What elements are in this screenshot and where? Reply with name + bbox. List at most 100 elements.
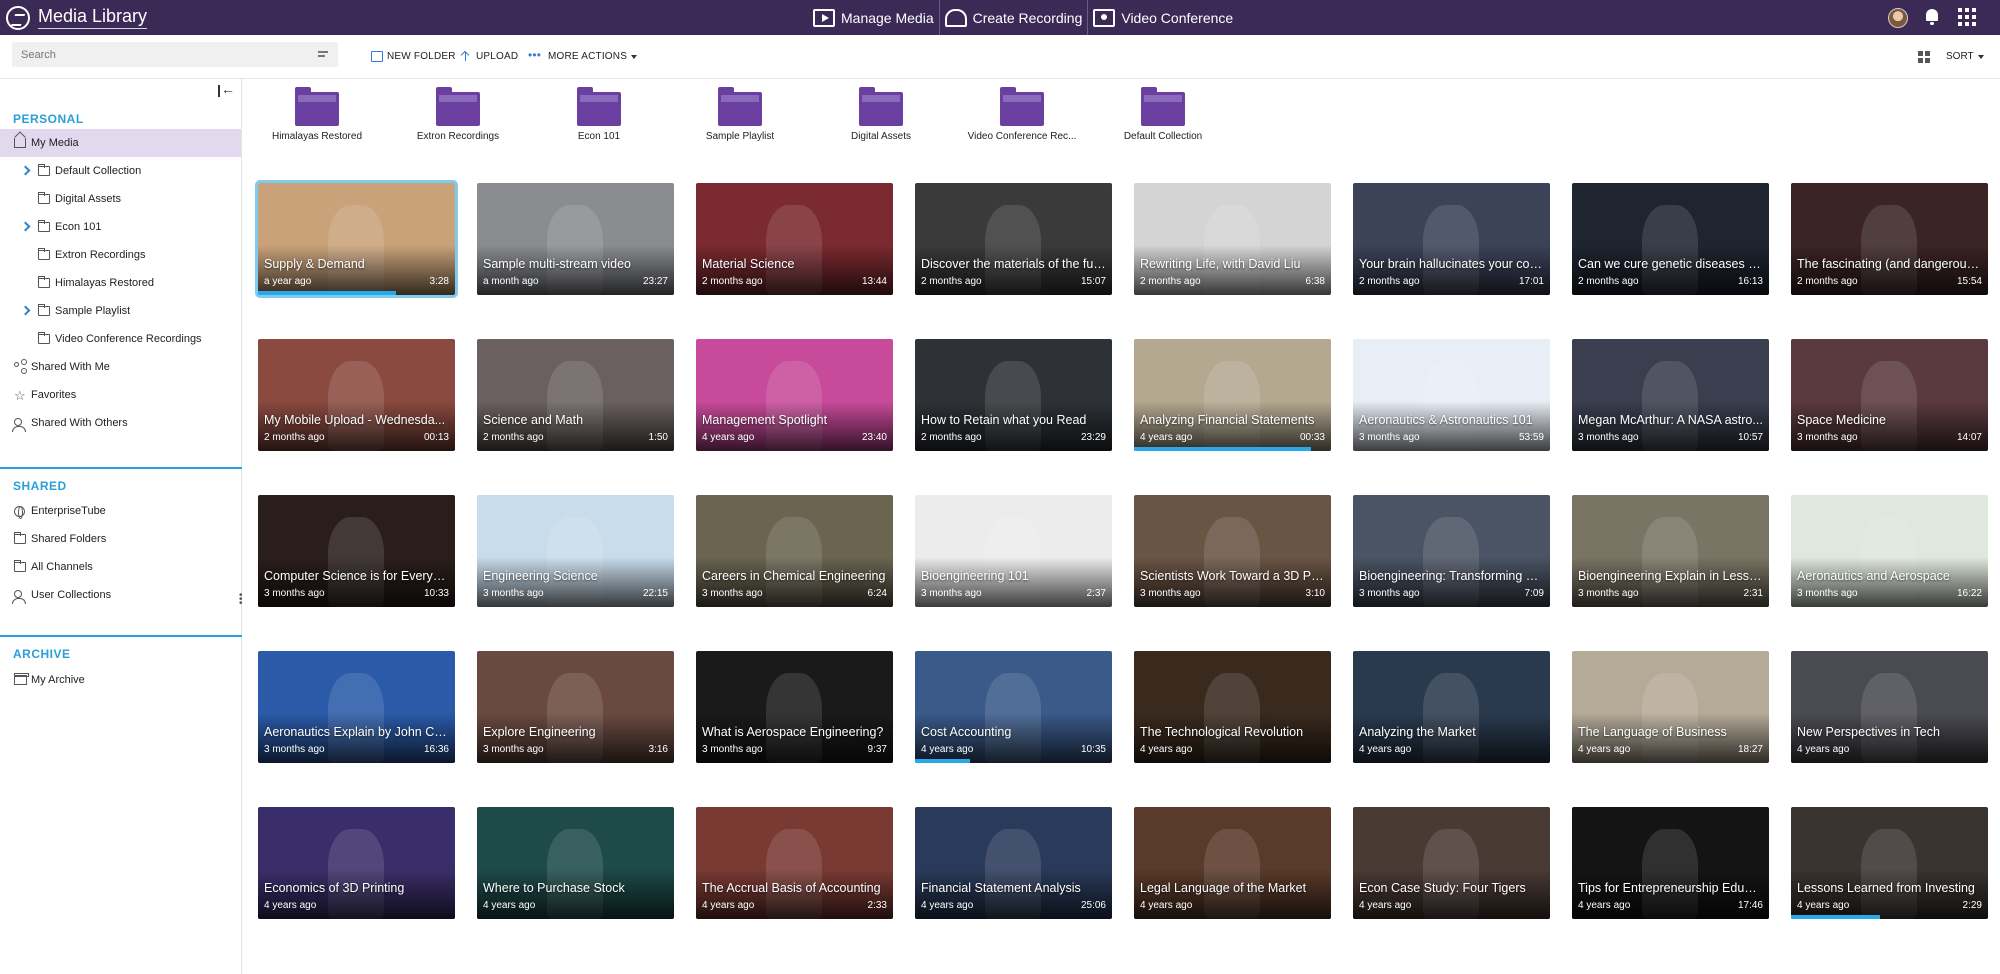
video-tile[interactable]: The Accrual Basis of Accounting 4 years a… (696, 807, 893, 919)
video-tile[interactable]: Your brain hallucinates your con... 2 mon… (1353, 183, 1550, 295)
video-tile[interactable]: The Language of Business 4 years ago 18:27 (1572, 651, 1769, 763)
video-tile[interactable]: Aeronautics and Aerospace 3 months ago 16:… (1791, 495, 1988, 607)
folder-tile[interactable]: Econ 101 (529, 87, 669, 142)
apps-grid-icon[interactable] (1958, 8, 1976, 26)
video-tile[interactable]: The Technological Revolution 4 years ago (1134, 651, 1331, 763)
folder-tile[interactable]: Extron Recordings (388, 87, 528, 142)
sidebar-item-shared-folders[interactable]: Shared Folders (0, 525, 241, 553)
user-avatar[interactable] (1888, 8, 1908, 28)
video-duration: 16:36 (423, 744, 449, 755)
sidebar-item-all-channels[interactable]: All Channels (0, 553, 241, 581)
video-tile[interactable]: Computer Science is for Everyo... 3 month… (258, 495, 455, 607)
video-tile[interactable]: Where to Purchase Stock 4 years ago (477, 807, 674, 919)
chevron-right-icon[interactable] (20, 221, 31, 232)
sidebar-item-himalayas-restored[interactable]: Himalayas Restored (0, 269, 241, 297)
video-tile[interactable]: Megan McArthur: A NASA astro... 3 months … (1572, 339, 1769, 451)
video-age: 3 months ago (702, 744, 763, 755)
video-tile[interactable]: New Perspectives in Tech 4 years ago (1791, 651, 1988, 763)
video-duration: 22:15 (642, 588, 668, 599)
video-tile[interactable]: Tips for Entrepreneurship Educat... 4 yea… (1572, 807, 1769, 919)
app-title[interactable]: Media Library (38, 6, 148, 29)
sidebar-item-label: Sample Playlist (55, 305, 131, 317)
video-tile[interactable]: Supply & Demand a year ago 3:28 (255, 180, 458, 298)
video-tile[interactable]: Cost Accounting 4 years ago 10:35 (915, 651, 1112, 763)
video-tile[interactable]: Lessons Learned from Investing 4 years ag… (1791, 807, 1988, 919)
video-tile[interactable]: Engineering Science 3 months ago 22:15 (477, 495, 674, 607)
video-tile[interactable]: Space Medicine 3 months ago 14:07 (1791, 339, 1988, 451)
video-tile[interactable]: Analyzing Financial Statements 4 years ag… (1134, 339, 1331, 451)
video-duration: 10:33 (423, 588, 449, 599)
new-folder-button[interactable]: NEW FOLDER (371, 51, 456, 62)
sidebar-item-econ-101[interactable]: Econ 101 (0, 213, 241, 241)
sidebar-item-my-media[interactable]: My Media (0, 129, 241, 157)
video-tile[interactable]: Can we cure genetic diseases b... 2 month… (1572, 183, 1769, 295)
app-logo-icon[interactable] (6, 6, 30, 30)
sidebar-item-shared-with-me[interactable]: Shared With Me (0, 353, 241, 381)
video-duration: 13:44 (861, 276, 887, 287)
video-tile[interactable]: Explore Engineering 3 months ago 3:16 (477, 651, 674, 763)
video-conference-button[interactable]: Video Conference (1088, 0, 1238, 35)
chevron-right-icon[interactable] (20, 305, 31, 316)
section-shared-header: SHARED (13, 479, 67, 493)
upload-button[interactable]: UPLOAD (460, 51, 518, 62)
folder-tile[interactable]: Default Collection (1093, 87, 1233, 142)
sidebar-item-default-collection[interactable]: Default Collection (0, 157, 241, 185)
video-tile[interactable]: Bioengineering Explain in Less t... 3 mon… (1572, 495, 1769, 607)
video-tile[interactable]: My Mobile Upload - Wednesda... 2 months a… (258, 339, 455, 451)
sort-button[interactable]: SORT (1946, 51, 1984, 62)
grid-view-icon[interactable] (1918, 51, 1930, 63)
video-age: 2 months ago (921, 432, 982, 443)
collapse-sidebar-icon[interactable] (218, 81, 235, 97)
sidebar-item-shared-with-others[interactable]: Shared With Others (0, 409, 241, 437)
notifications-bell-icon[interactable] (1924, 9, 1940, 25)
video-tile[interactable]: What is Aerospace Engineering? 3 months a… (696, 651, 893, 763)
video-duration: 25:06 (1080, 900, 1106, 911)
manage-media-button[interactable]: Manage Media (808, 0, 940, 35)
video-tile[interactable]: Management Spotlight 4 years ago 23:40 (696, 339, 893, 451)
more-dots-icon: ••• (528, 48, 542, 62)
video-tile[interactable]: How to Retain what you Read 2 months ago 2… (915, 339, 1112, 451)
video-tile[interactable]: The fascinating (and dangerous)... 2 mont… (1791, 183, 1988, 295)
folder-tile[interactable]: Video Conference Rec... (952, 87, 1092, 142)
video-tile[interactable]: Rewriting Life, with David Liu 2 months a… (1134, 183, 1331, 295)
chevron-right-icon[interactable] (20, 165, 31, 176)
resize-handle-icon[interactable]: • • • (239, 591, 243, 609)
video-duration: 53:59 (1518, 432, 1544, 443)
folder-tile[interactable]: Digital Assets (811, 87, 951, 142)
create-recording-button[interactable]: Create Recording (940, 0, 1089, 35)
video-tile[interactable]: Material Science 2 months ago 13:44 (696, 183, 893, 295)
video-tile[interactable]: Discover the materials of the fut... 2 mo… (915, 183, 1112, 295)
folder-icon (38, 248, 50, 260)
sidebar-item-label: My Media (31, 137, 79, 149)
video-tile[interactable]: Aeronautics & Astronautics 101 3 months a… (1353, 339, 1550, 451)
video-duration: 23:27 (642, 276, 668, 287)
video-tile[interactable]: Legal Language of the Market 4 years ago (1134, 807, 1331, 919)
more-actions-button[interactable]: ••• MORE ACTIONS (528, 48, 638, 62)
video-tile[interactable]: Economics of 3D Printing 4 years ago (258, 807, 455, 919)
video-tile[interactable]: Bioengineering: Transforming H... 3 month… (1353, 495, 1550, 607)
sidebar-item-video-conference-recordings[interactable]: Video Conference Recordings (0, 325, 241, 353)
sidebar-item-user-collections[interactable]: User Collections (0, 581, 241, 609)
sidebar-item-sample-playlist[interactable]: Sample Playlist (0, 297, 241, 325)
video-tile[interactable]: Science and Math 2 months ago 1:50 (477, 339, 674, 451)
video-tile[interactable]: Scientists Work Toward a 3D Pri... 3 mont… (1134, 495, 1331, 607)
folder-tile[interactable]: Himalayas Restored (247, 87, 387, 142)
video-tile[interactable]: Econ Case Study: Four Tigers 4 years ago (1353, 807, 1550, 919)
video-tile[interactable]: Aeronautics Explain by John Coll... 3 mon… (258, 651, 455, 763)
video-title: Economics of 3D Printing (264, 881, 405, 895)
video-tile[interactable]: Careers in Chemical Engineering 3 months … (696, 495, 893, 607)
sidebar-item-enterprisetube[interactable]: EnterpriseTube (0, 497, 241, 525)
sidebar-item-digital-assets[interactable]: Digital Assets (0, 185, 241, 213)
sidebar-item-my-archive[interactable]: My Archive (0, 666, 241, 694)
video-tile[interactable]: Sample multi-stream video a month ago 23:2… (477, 183, 674, 295)
sidebar-item-favorites[interactable]: Favorites (0, 381, 241, 409)
search-filter-icon[interactable] (318, 49, 328, 59)
video-tile[interactable]: Analyzing the Market 4 years ago (1353, 651, 1550, 763)
sidebar-item-label: My Archive (31, 674, 85, 686)
search-input[interactable] (12, 42, 338, 67)
video-tile[interactable]: Financial Statement Analysis 4 years ago 2… (915, 807, 1112, 919)
video-tile[interactable]: Bioengineering 101 3 months ago 2:37 (915, 495, 1112, 607)
folder-tile[interactable]: Sample Playlist (670, 87, 810, 142)
sidebar-item-extron-recordings[interactable]: Extron Recordings (0, 241, 241, 269)
video-duration: 00:33 (1299, 432, 1325, 443)
